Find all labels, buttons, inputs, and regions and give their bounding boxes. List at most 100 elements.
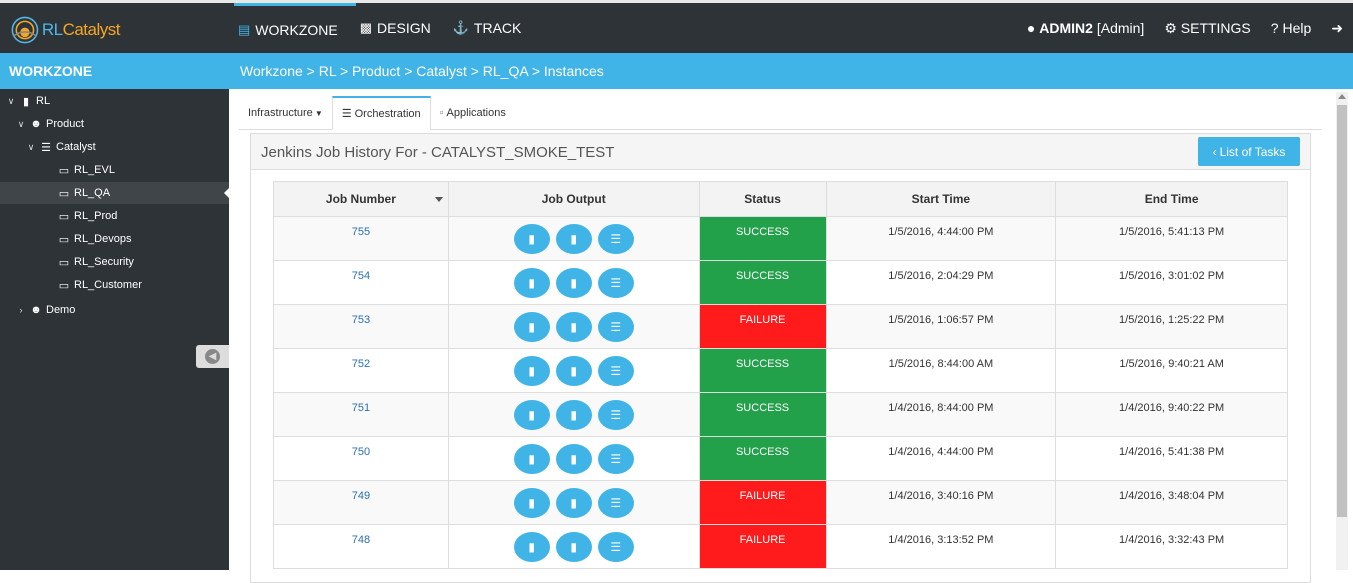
- tree-item-demo[interactable]: › ☻ Demo: [0, 299, 229, 321]
- file-icon[interactable]: ▮: [513, 488, 550, 518]
- list-icon[interactable]: ☰: [597, 532, 634, 562]
- end-time-cell: 1/5/2016, 1:25:22 PM: [1055, 304, 1288, 349]
- status-badge: SUCCESS: [698, 348, 827, 393]
- start-time-cell: 1/5/2016, 2:04:29 PM: [825, 260, 1057, 305]
- scrollbar-thumb[interactable]: [1337, 105, 1347, 517]
- file-icon[interactable]: ▮: [513, 312, 550, 342]
- list-icon[interactable]: ☰: [597, 356, 634, 386]
- rlcatalyst-logo[interactable]: RLCatalyst: [10, 10, 121, 50]
- list-icon[interactable]: ☰: [597, 312, 634, 342]
- file-icon[interactable]: ▮: [513, 224, 550, 254]
- tree-item-rl-evl[interactable]: ▭ RL_EVL: [0, 159, 229, 181]
- logout-icon[interactable]: ➜: [1331, 20, 1343, 37]
- list-icon[interactable]: ☰: [597, 224, 634, 254]
- end-time-cell: 1/5/2016, 3:01:02 PM: [1055, 260, 1288, 305]
- file-icon[interactable]: ▮: [555, 532, 592, 562]
- list-icon: ☰: [341, 108, 352, 120]
- job-number-link[interactable]: 751: [273, 392, 449, 437]
- list-of-tasks-button[interactable]: ‹ List of Tasks: [1198, 137, 1300, 166]
- nav-track[interactable]: ⚓ TRACK: [449, 3, 540, 53]
- settings-link[interactable]: ⚙ SETTINGS: [1164, 20, 1250, 37]
- tree-item-rl-devops[interactable]: ▭ RL_Devops: [0, 228, 229, 250]
- sort-caret-icon[interactable]: [434, 197, 443, 202]
- job-number-link[interactable]: 755: [273, 216, 449, 261]
- tab-applications[interactable]: ▫ Applications: [431, 96, 515, 130]
- file-icon[interactable]: ▮: [555, 400, 592, 430]
- job-number-link[interactable]: 750: [273, 436, 449, 481]
- file-icon[interactable]: ▮: [555, 312, 592, 342]
- tree-item-rl-prod[interactable]: ▭ RL_Prod: [0, 205, 229, 227]
- file-icon[interactable]: ▮: [555, 488, 592, 518]
- tree-item-label: RL: [36, 95, 51, 107]
- start-time-cell: 1/4/2016, 3:40:16 PM: [825, 480, 1057, 525]
- file-icon[interactable]: ▮: [513, 532, 550, 562]
- tab-infrastructure-label: Infrastructure: [248, 107, 313, 119]
- table-row: 752 ▮ ▮ ☰ SUCCESS 1/5/2016, 8:44:00 AM 1/5/201…: [273, 348, 1288, 393]
- tree-item-product[interactable]: ∨ ☻ Product: [0, 113, 229, 135]
- tree-item-label: RL_Security: [74, 256, 134, 268]
- start-time-cell: 1/4/2016, 4:44:00 PM: [825, 436, 1057, 481]
- user-role: [Admin]: [1096, 20, 1145, 36]
- start-time-cell: 1/4/2016, 8:44:00 PM: [825, 392, 1057, 437]
- user-menu[interactable]: ● ADMIN2 [Admin]: [1027, 20, 1144, 36]
- chevron-down-icon[interactable]: ∨: [6, 96, 16, 107]
- chevron-down-icon[interactable]: ∨: [16, 119, 26, 130]
- header-start-time: Start Time: [825, 181, 1057, 217]
- list-icon[interactable]: ☰: [597, 488, 634, 518]
- desktop-icon: ▭: [58, 164, 70, 177]
- tab-orchestration[interactable]: ☰ Orchestration: [331, 96, 431, 130]
- help-label: Help: [1282, 20, 1312, 36]
- header-end-time: End Time: [1055, 181, 1288, 217]
- file-icon[interactable]: ▮: [513, 356, 550, 386]
- job-output-cell: ▮ ▮ ☰: [447, 348, 700, 393]
- table-row: 753 ▮ ▮ ☰ FAILURE 1/5/2016, 1:06:57 PM 1/5/201…: [273, 304, 1288, 349]
- tree-item-rl-qa[interactable]: ▭ RL_QA: [0, 182, 229, 204]
- start-time-cell: 1/5/2016, 4:44:00 PM: [825, 216, 1057, 261]
- nav-track-label: TRACK: [473, 20, 522, 36]
- file-icon[interactable]: ▮: [555, 356, 592, 386]
- chevron-right-icon[interactable]: ›: [16, 305, 26, 315]
- desktop-icon: ▭: [58, 187, 70, 200]
- list-icon[interactable]: ☰: [597, 444, 634, 474]
- tab-applications-label: Applications: [446, 107, 506, 119]
- sidebar-title: WORKZONE: [0, 53, 229, 89]
- scroll-up-icon[interactable]: [1338, 94, 1346, 99]
- list-icon[interactable]: ☰: [597, 400, 634, 430]
- list-icon[interactable]: ☰: [597, 268, 634, 298]
- tree-item-label: RL_QA: [74, 187, 111, 199]
- settings-label: SETTINGS: [1180, 19, 1251, 36]
- nav-workzone[interactable]: ▤ WORKZONE: [234, 3, 356, 53]
- header-job-number[interactable]: Job Number: [273, 181, 449, 217]
- chevron-down-icon[interactable]: ∨: [26, 142, 36, 153]
- logo-text: RLCatalyst: [41, 20, 121, 39]
- nav-design[interactable]: ▩ DESIGN: [356, 3, 449, 53]
- file-icon[interactable]: ▮: [555, 224, 592, 254]
- end-time-cell: 1/4/2016, 3:32:43 PM: [1055, 524, 1288, 569]
- file-icon[interactable]: ▮: [513, 268, 550, 298]
- tree-item-rl-customer[interactable]: ▭ RL_Customer: [0, 274, 229, 296]
- end-time-cell: 1/5/2016, 9:40:21 AM: [1055, 348, 1288, 393]
- help-link[interactable]: ? Help: [1271, 20, 1311, 36]
- job-number-link[interactable]: 752: [273, 348, 449, 393]
- tree-item-label: RL_Prod: [74, 210, 118, 222]
- tab-infrastructure[interactable]: Infrastructure ▼: [239, 96, 332, 130]
- nav-design-label: DESIGN: [377, 20, 431, 36]
- job-number-link[interactable]: 753: [273, 304, 449, 349]
- tree-item-label: Catalyst: [56, 141, 96, 153]
- tree-item-catalyst[interactable]: ∨ ☰ Catalyst: [0, 136, 229, 158]
- status-badge: FAILURE: [698, 304, 827, 349]
- tree-item-rl-security[interactable]: ▭ RL_Security: [0, 251, 229, 273]
- tree-item-rl[interactable]: ∨ ▮ RL: [0, 90, 229, 112]
- job-number-link[interactable]: 754: [273, 260, 449, 305]
- page-scrollbar[interactable]: [1336, 92, 1348, 570]
- file-icon[interactable]: ▮: [513, 444, 550, 474]
- job-output-cell: ▮ ▮ ☰: [447, 216, 700, 261]
- job-number-link[interactable]: 749: [273, 480, 449, 525]
- file-icon[interactable]: ▮: [555, 444, 592, 474]
- job-number-link[interactable]: 748: [273, 524, 449, 569]
- header-job-output: Job Output: [447, 181, 700, 217]
- sidebar-collapse-button[interactable]: ◀: [196, 345, 229, 368]
- status-badge: SUCCESS: [698, 392, 827, 437]
- file-icon[interactable]: ▮: [555, 268, 592, 298]
- file-icon[interactable]: ▮: [513, 400, 550, 430]
